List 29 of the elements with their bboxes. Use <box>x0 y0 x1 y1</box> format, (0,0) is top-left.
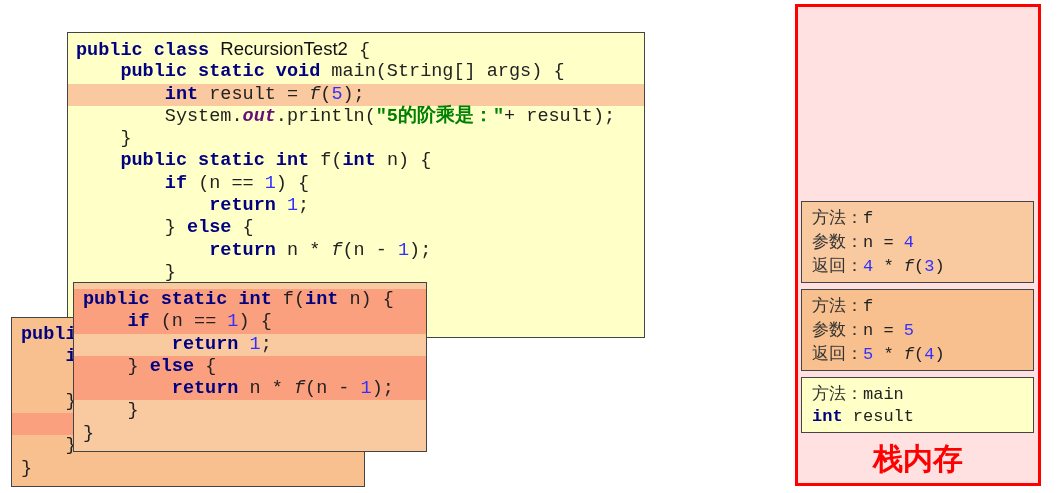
code-line: return n * f(n - 1); <box>170 378 394 401</box>
code-line: } <box>119 128 132 151</box>
code-line: public class RecursionTest2 { <box>76 38 371 63</box>
code-line: } else { <box>126 355 217 379</box>
code-line: public static int f(int n) { <box>119 150 432 173</box>
stack-title: 栈内存 <box>872 440 963 478</box>
frame-line: 方法：f <box>812 294 874 318</box>
frame-line: 返回：4 * f(3) <box>812 254 945 278</box>
frame-line: 参数：n = 5 <box>812 318 914 342</box>
code-line: return 1; <box>208 195 310 218</box>
frame-line: 参数：n = 4 <box>812 230 914 254</box>
code-line: if (n == 1) { <box>126 311 272 334</box>
code-line: } <box>163 261 176 285</box>
code-line: return 1; <box>170 333 272 356</box>
code-line: } else { <box>163 217 254 240</box>
frame-line: 方法：main <box>812 382 904 406</box>
code-line: if (n == 1) { <box>163 172 310 196</box>
code-line: return n * f(n - 1); <box>208 239 432 262</box>
code-line: int result = f(5); <box>163 83 365 106</box>
frame-line: int result <box>812 406 915 428</box>
code-line: public static void main(String[] args) { <box>119 61 565 84</box>
frame-line: 方法：f <box>812 206 874 230</box>
frame-line: 返回：5 * f(4) <box>812 342 945 366</box>
code-line: System.out.println("5的阶乘是："+ result); <box>163 105 616 129</box>
code-line: public static int f(int n) { <box>83 289 394 312</box>
code-line: } <box>83 422 95 446</box>
code-line: publi <box>21 324 77 347</box>
code-line: } <box>21 457 33 481</box>
code-line: } <box>126 400 139 423</box>
